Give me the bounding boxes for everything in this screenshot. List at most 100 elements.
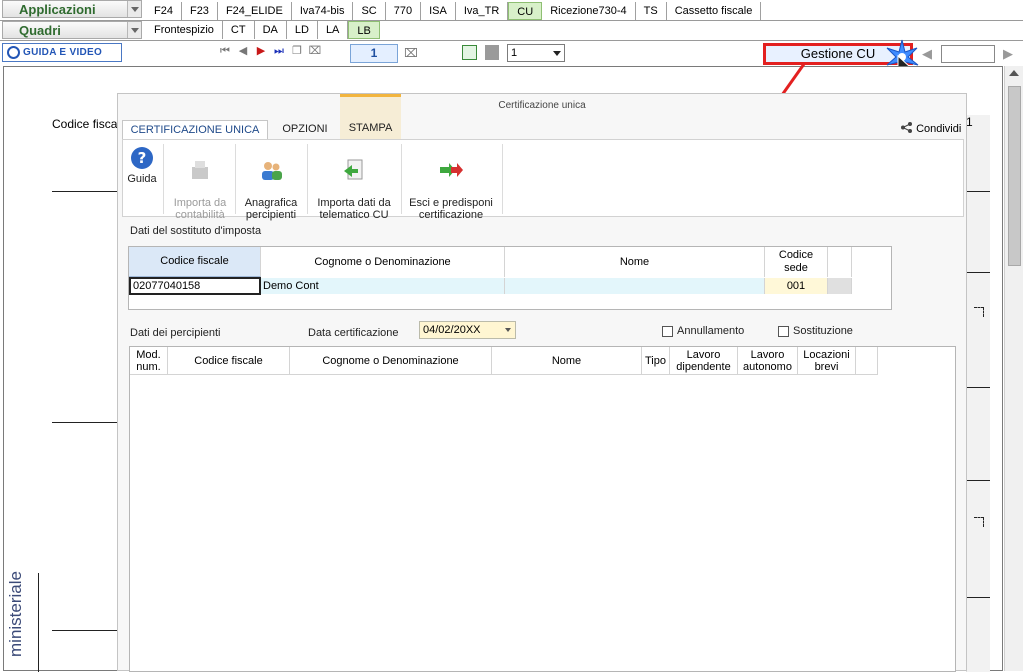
- tab-app-iva74-bis[interactable]: Iva74-bis: [292, 2, 354, 20]
- tab-app-ricezione730-4[interactable]: Ricezione730-4: [542, 2, 636, 20]
- prev-arrow-icon[interactable]: ◀: [922, 46, 932, 62]
- sostituzione-label: Sostituzione: [793, 325, 853, 337]
- header-lavoro-autonomo[interactable]: Lavoro autonomo: [738, 347, 798, 375]
- header-codice-fiscale[interactable]: Codice fiscale: [129, 247, 261, 277]
- nome-cell[interactable]: [505, 278, 765, 294]
- chevron-down-icon[interactable]: [127, 22, 141, 38]
- esci-label: Esci e predisponi certificazione: [409, 197, 493, 221]
- page-number-input[interactable]: 1: [350, 44, 398, 63]
- gestione-input[interactable]: [941, 45, 995, 63]
- data-certificazione-input[interactable]: 04/02/20XX: [419, 321, 516, 339]
- importa-telematico-label: Importa dati da telematico CU: [317, 197, 391, 221]
- import-file-icon: [344, 159, 363, 180]
- delete-page-icon[interactable]: ⌧: [308, 44, 322, 58]
- chevron-down-icon[interactable]: [127, 1, 141, 17]
- tab-app-f23[interactable]: F23: [182, 2, 218, 20]
- header-tipo[interactable]: Tipo: [642, 347, 670, 375]
- importa-contabilita-button[interactable]: Importa da contabilità: [167, 146, 233, 221]
- copy-page-icon[interactable]: ❐: [290, 44, 304, 58]
- header-mod-num[interactable]: Mod. num.: [130, 347, 168, 375]
- importa-contabilita-label: Importa da contabilità: [173, 197, 227, 221]
- scroll-thumb[interactable]: [1008, 86, 1021, 266]
- ministeriale-label: ministeriale: [6, 571, 25, 657]
- exit-arrow-icon: [440, 163, 463, 177]
- tab-app-cu[interactable]: CU: [508, 2, 543, 20]
- share-icon: [901, 122, 912, 133]
- tab-app-770[interactable]: 770: [386, 2, 422, 20]
- percipienti-table: Mod. num. Codice fiscale Cognome o Denom…: [129, 346, 956, 672]
- window-title: Certificazione unica: [498, 100, 586, 111]
- play-red-icon[interactable]: ▶: [254, 44, 268, 58]
- tab-quadro-ct[interactable]: CT: [223, 21, 255, 39]
- form-select[interactable]: 1: [507, 44, 565, 62]
- condividi-button[interactable]: Condividi: [900, 122, 961, 135]
- ribbon-toolbar: ? Guida Importa da contabilità Anagrafic…: [122, 139, 964, 221]
- codice-fiscale-bg-label: Codice fiscal: [52, 117, 121, 131]
- prev-page-icon[interactable]: ◀: [236, 44, 250, 58]
- tab-app-isa[interactable]: ISA: [421, 2, 456, 20]
- annullamento-label: Annullamento: [677, 325, 745, 337]
- stop-icon[interactable]: [485, 45, 499, 60]
- tab-app-f24-elide[interactable]: F24_ELIDE: [218, 2, 292, 20]
- users-icon: [262, 162, 282, 180]
- applicazioni-dropdown[interactable]: Applicazioni: [2, 0, 142, 18]
- header-locazioni-brevi[interactable]: Locazioni brevi: [798, 347, 856, 375]
- tab-app-sc[interactable]: SC: [353, 2, 386, 20]
- page-navigation: ⏮ ◀ ▶ ⏭ ❐ ⌧: [218, 44, 322, 58]
- tab-app-ts[interactable]: TS: [636, 2, 667, 20]
- tab-opzioni[interactable]: OPZIONI: [272, 120, 338, 139]
- tab-quadro-la[interactable]: LA: [318, 21, 349, 39]
- header-codice-fiscale-perc[interactable]: Codice fiscale: [168, 347, 290, 375]
- header-lavoro-dipendente[interactable]: Lavoro dipendente: [670, 347, 738, 375]
- add-form-icon[interactable]: [462, 45, 477, 60]
- percipienti-section-title: Dati dei percipienti: [130, 327, 221, 339]
- importa-telematico-button[interactable]: Importa dati da telematico CU: [309, 146, 399, 221]
- guida-video-button[interactable]: GUIDA E VIDEO: [2, 43, 122, 62]
- guida-button[interactable]: ? Guida: [125, 146, 159, 185]
- header-denominazione[interactable]: Cognome o Denominazione: [261, 247, 505, 277]
- tab-app-cassetto-fiscale[interactable]: Cassetto fiscale: [667, 2, 762, 20]
- codice-sede-cell[interactable]: 001: [765, 278, 828, 294]
- condividi-label: Condividi: [916, 123, 962, 135]
- tab-app-f24[interactable]: F24: [146, 2, 182, 20]
- header-codice-sede[interactable]: Codice sede: [765, 247, 828, 277]
- applicazioni-label: Applicazioni: [19, 2, 96, 17]
- svg-text:?: ?: [138, 149, 147, 167]
- tab-certificazione-unica[interactable]: CERTIFICAZIONE UNICA: [122, 120, 268, 139]
- anagrafica-label: Anagrafica percipienti: [244, 197, 298, 221]
- first-page-icon[interactable]: ⏮: [218, 44, 232, 58]
- sostituzione-checkbox[interactable]: [778, 326, 789, 337]
- denominazione-cell[interactable]: Demo Cont: [261, 278, 505, 294]
- esci-predisponi-button[interactable]: Esci e predisponi certificazione: [403, 146, 499, 221]
- anagrafica-percipienti-button[interactable]: Anagrafica percipienti: [237, 146, 305, 221]
- next-arrow-icon[interactable]: ▶: [1003, 46, 1013, 62]
- quadri-tabs: Frontespizio CT DA LD LA LB: [146, 21, 380, 39]
- tab-quadro-da[interactable]: DA: [255, 21, 287, 39]
- help-icon: ?: [131, 147, 153, 169]
- tab-app-iva-tr[interactable]: Iva_TR: [456, 2, 509, 20]
- header-nome-perc[interactable]: Nome: [492, 347, 642, 375]
- tab-quadro-lb[interactable]: LB: [348, 21, 380, 39]
- codice-fiscale-cell[interactable]: 02077040158: [129, 277, 261, 295]
- annullamento-checkbox[interactable]: [662, 326, 673, 337]
- magnifier-icon: [7, 46, 20, 59]
- guida-label: Guida: [127, 173, 157, 185]
- delete-icon[interactable]: ⌧: [404, 46, 418, 60]
- tab-quadro-ld[interactable]: LD: [287, 21, 318, 39]
- apps-tabs: F24 F23 F24_ELIDE Iva74-bis SC 770 ISA Iva_TR CU…: [146, 2, 762, 20]
- sostituto-section-title: Dati del sostituto d'imposta: [130, 225, 262, 237]
- tab-quadro-frontespizio[interactable]: Frontespizio: [146, 21, 223, 39]
- certificazione-unica-window: Certificazione unica CERTIFICAZIONE UNIC…: [117, 93, 967, 672]
- vertical-scrollbar[interactable]: [1004, 66, 1023, 671]
- quadri-dropdown[interactable]: Quadri: [2, 21, 142, 39]
- next-page-icon[interactable]: ⏭: [272, 44, 286, 58]
- quadri-label: Quadri: [19, 23, 61, 38]
- import-disabled-icon: [192, 161, 208, 179]
- sostituto-table: Codice fiscale Cognome o Denominazione N…: [128, 246, 892, 310]
- page-num-right: 1: [966, 115, 973, 129]
- header-nome[interactable]: Nome: [505, 247, 765, 277]
- guida-video-label: GUIDA E VIDEO: [23, 47, 103, 58]
- header-denominazione-perc[interactable]: Cognome o Denominazione: [290, 347, 492, 375]
- tab-stampa[interactable]: STAMPA: [340, 94, 401, 139]
- data-certificazione-label: Data certificazione: [308, 327, 399, 339]
